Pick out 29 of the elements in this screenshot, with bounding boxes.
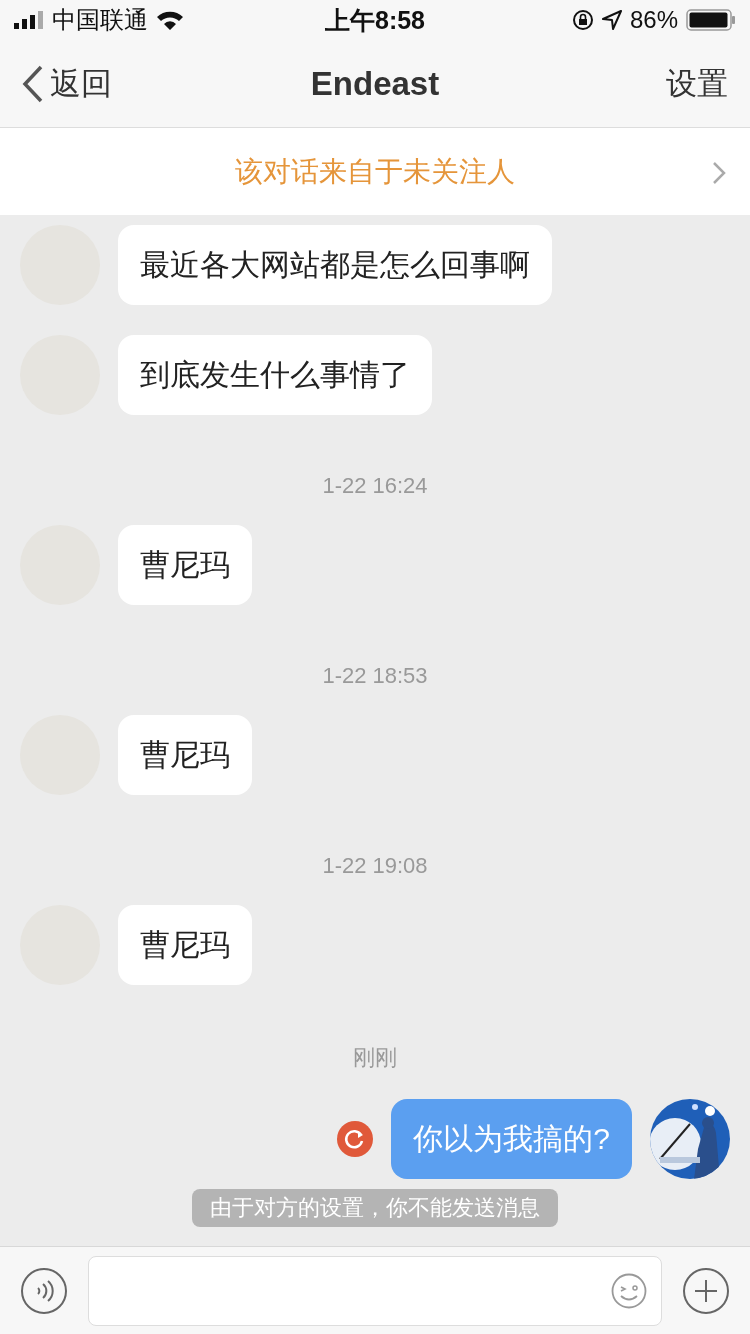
message-bubble: 曹尼玛 [118, 905, 252, 985]
location-icon [601, 10, 622, 30]
timestamp: 1-22 16:24 [322, 473, 428, 499]
message-bubble: 曹尼玛 [118, 715, 252, 795]
message-bubble: 曹尼玛 [118, 525, 252, 605]
message-input-field[interactable] [88, 1255, 662, 1326]
wifi-icon [156, 10, 184, 30]
timestamp: 刚刚 [353, 1044, 397, 1072]
notice-toast: 由于对方的设置，你不能发送消息 [192, 1189, 558, 1227]
timestamp: 1-22 18:53 [322, 663, 428, 689]
carrier-name: 中国联通 [52, 5, 148, 35]
message-bubble: 到底发生什么事情了 [118, 335, 432, 415]
clock: 上午8:58 [325, 4, 426, 36]
chat-title: Endeast [309, 64, 441, 103]
voice-icon[interactable] [20, 1266, 68, 1315]
signal-icon [14, 11, 44, 29]
emoji-icon[interactable] [611, 1272, 647, 1309]
chevron-right-icon [712, 161, 726, 185]
rotation-lock-icon [571, 9, 594, 31]
back-button[interactable]: 返回 [22, 62, 112, 105]
message-bubble: 最近各大网站都是怎么回事啊 [118, 225, 552, 305]
battery-icon [686, 9, 736, 31]
message-bubble: 你以为我搞的? [391, 1099, 632, 1179]
timestamp: 1-22 19:08 [322, 853, 428, 879]
add-icon[interactable] [682, 1266, 730, 1315]
settings-button[interactable]: 设置 [666, 62, 728, 105]
resend-icon[interactable] [337, 1121, 374, 1157]
battery-percent: 86% [629, 6, 678, 34]
back-chevron-icon [22, 64, 44, 103]
